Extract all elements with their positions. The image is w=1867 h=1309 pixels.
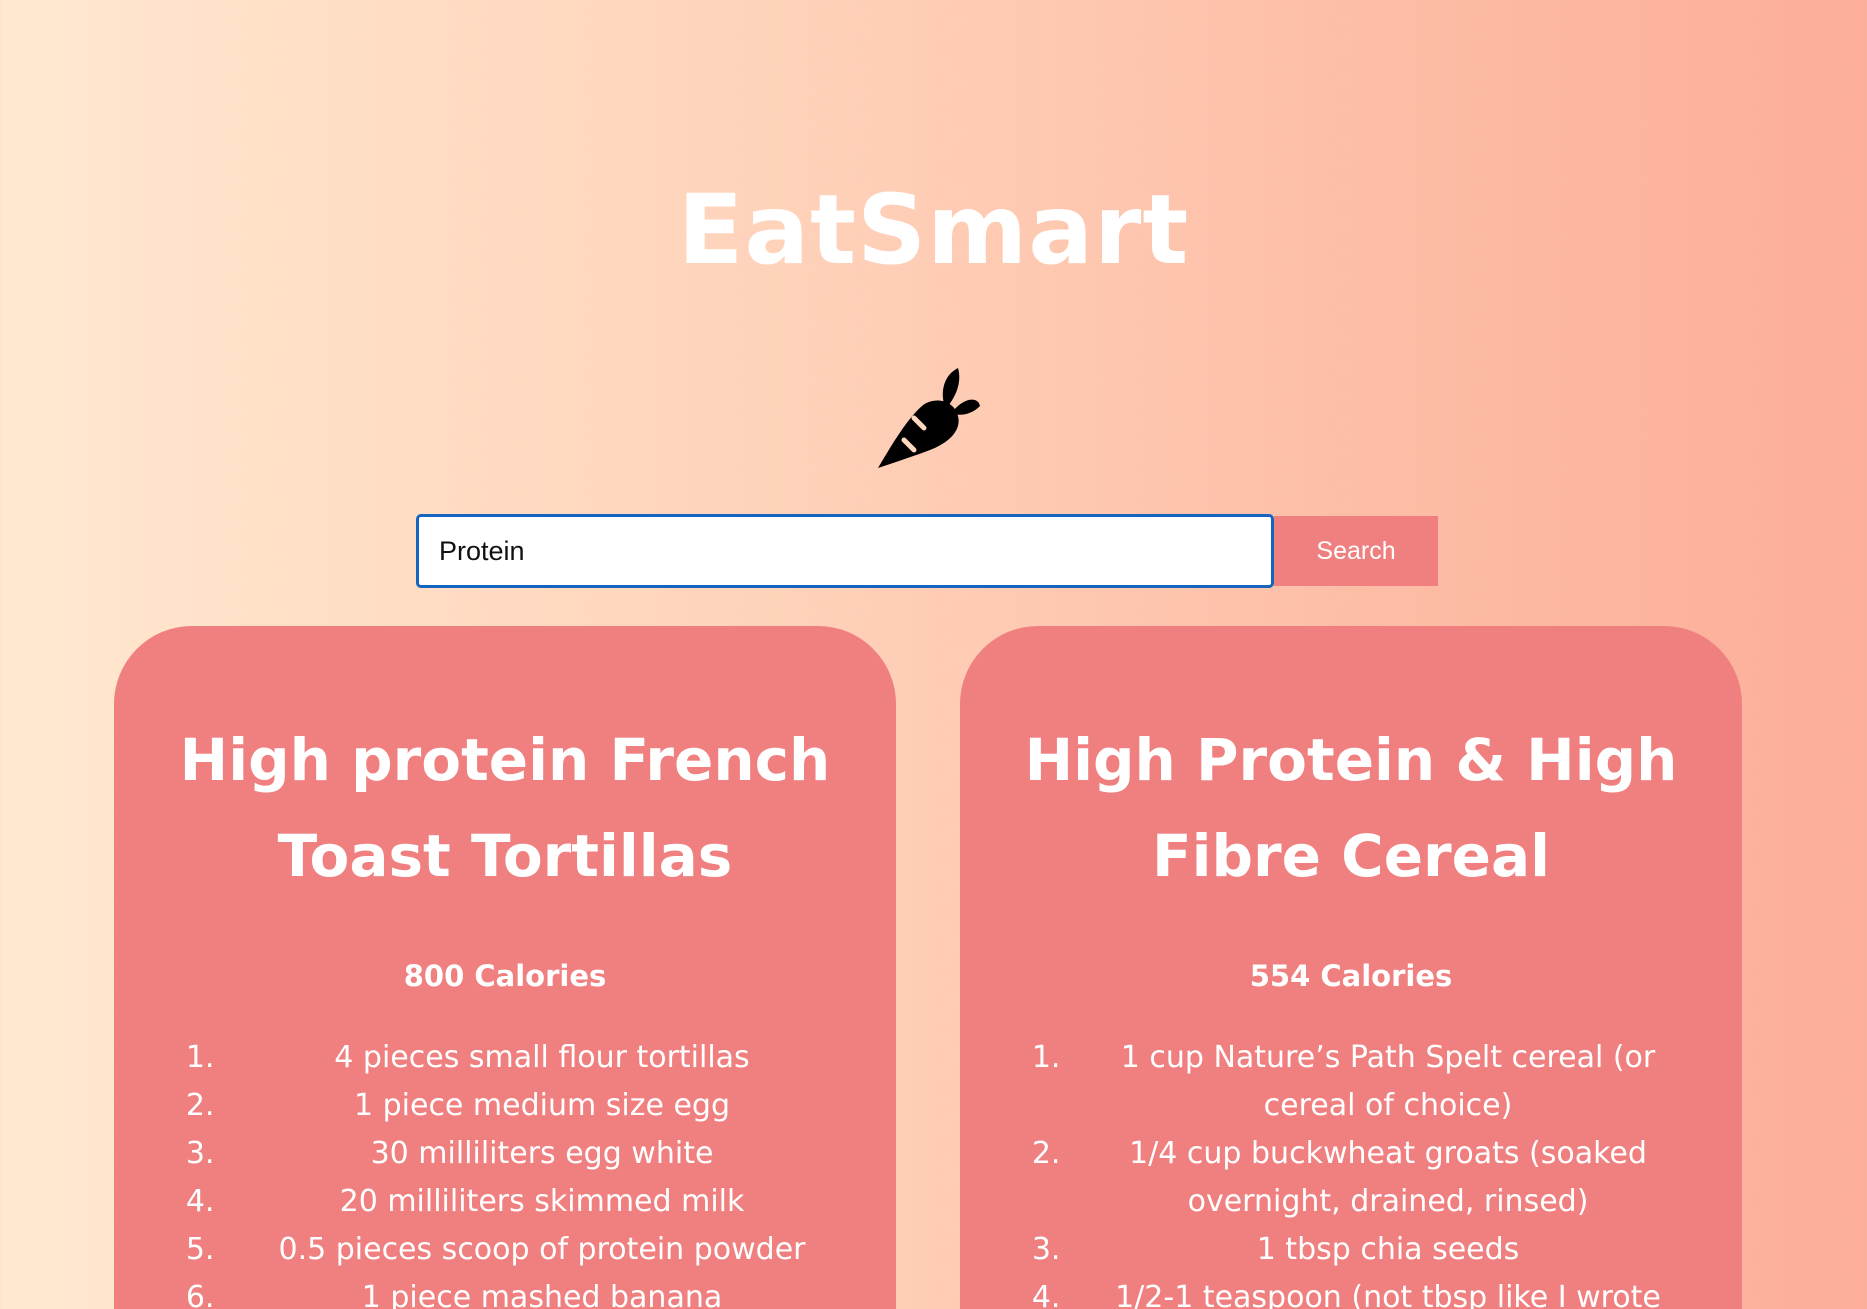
ingredient-list: 1 cup Nature’s Path Spelt cereal (or cer… <box>1000 1034 1702 1309</box>
ingredient-item: 0.5 pieces scoop of protein powder <box>224 1226 856 1274</box>
search-input[interactable] <box>416 514 1274 588</box>
app-title: EatSmart <box>677 174 1190 286</box>
recipe-list: High protein French Toast Tortillas 800 … <box>114 626 1743 1309</box>
search-bar: Search <box>416 514 1438 588</box>
ingredient-item: 1/2-1 teaspoon (not tbsp like I wrote <box>1070 1274 1702 1309</box>
carrot-icon <box>874 366 980 472</box>
ingredient-item: 20 milliliters skimmed milk <box>224 1178 856 1226</box>
recipe-title: High protein French Toast Tortillas <box>179 726 831 890</box>
ingredient-item: 1/4 cup buckwheat groats (soaked overnig… <box>1070 1130 1702 1226</box>
recipe-calories: 554 Calories <box>1249 959 1453 993</box>
recipe-calories: 800 Calories <box>403 959 607 993</box>
ingredient-list: 4 pieces small flour tortillas 1 piece m… <box>154 1034 856 1309</box>
recipe-title: High Protein & High Fibre Cereal <box>1024 726 1678 890</box>
ingredient-item: 1 tbsp chia seeds <box>1070 1226 1702 1274</box>
ingredient-item: 1 cup Nature’s Path Spelt cereal (or cer… <box>1070 1034 1702 1130</box>
ingredient-item: 4 pieces small flour tortillas <box>224 1034 856 1082</box>
recipe-card[interactable]: High Protein & High Fibre Cereal 554 Cal… <box>960 626 1742 1309</box>
ingredient-item: 1 piece medium size egg <box>224 1082 856 1130</box>
ingredient-item: 1 piece mashed banana <box>224 1274 856 1309</box>
search-button[interactable]: Search <box>1274 516 1438 586</box>
ingredient-item: 30 milliliters egg white <box>224 1130 856 1178</box>
recipe-card[interactable]: High protein French Toast Tortillas 800 … <box>114 626 896 1309</box>
